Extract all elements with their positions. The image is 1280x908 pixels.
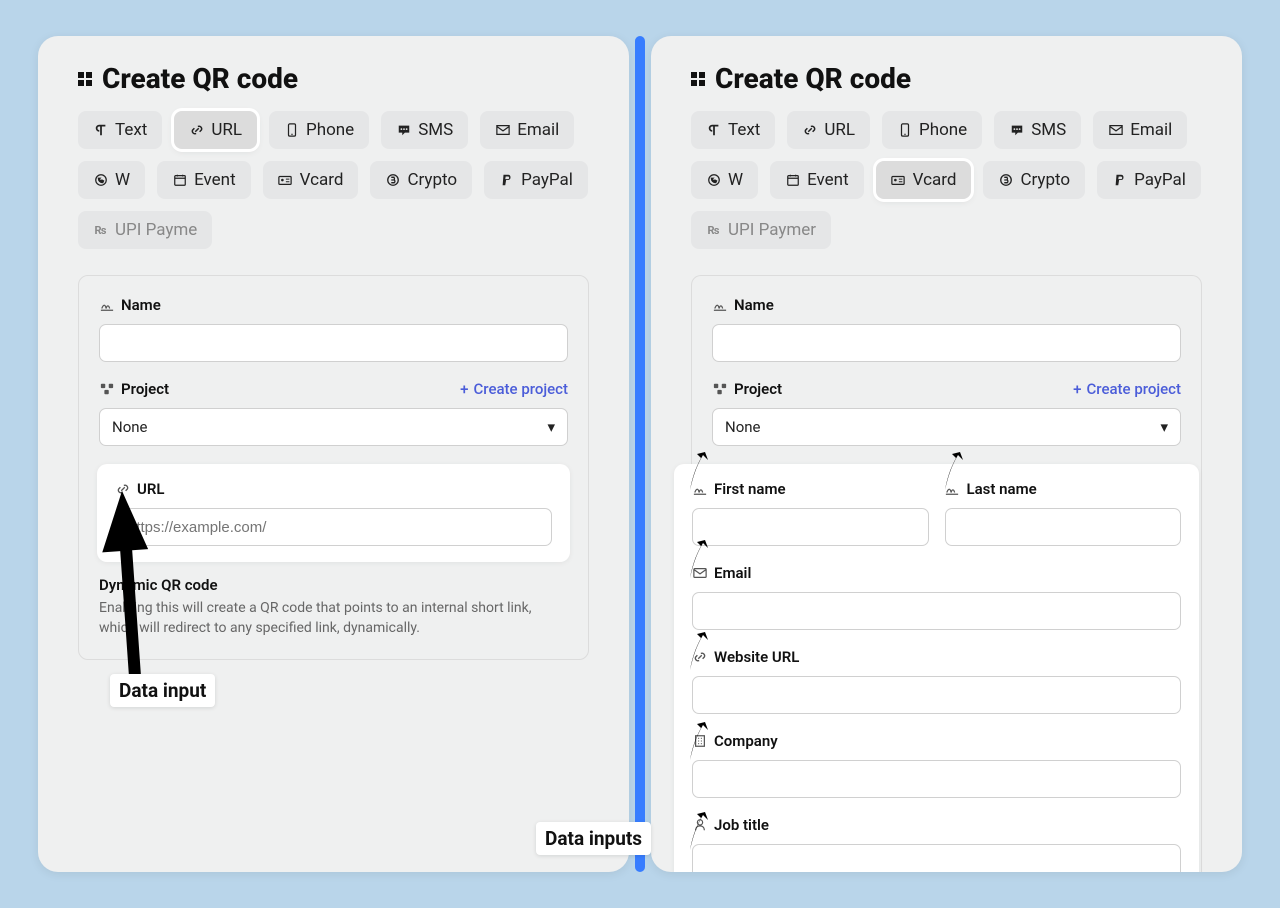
card-icon xyxy=(891,173,906,188)
plus-icon: + xyxy=(1073,380,1081,398)
first-name-input[interactable] xyxy=(692,508,929,546)
title-row: Create QR code xyxy=(78,62,589,95)
name-label: Name xyxy=(121,296,161,314)
dynamic-desc: Enabling this will create a QR code that… xyxy=(99,598,568,639)
tab-phone[interactable]: Phone xyxy=(882,111,982,149)
tab-upi payme[interactable]: ₨UPI Payme xyxy=(78,211,212,249)
cal-icon xyxy=(172,173,187,188)
name-field: Name xyxy=(99,296,568,362)
page-title: Create QR code xyxy=(715,62,911,95)
phone-icon xyxy=(284,123,299,138)
url-input[interactable] xyxy=(115,508,552,546)
website-input[interactable] xyxy=(692,676,1181,714)
project-field: Project +Create project None▾ xyxy=(99,380,568,446)
tab-w[interactable]: W xyxy=(78,161,145,199)
name-input[interactable] xyxy=(712,324,1181,362)
type-tabs: Text URL Phone SMS Email W Event Vcard Crypto Pay… xyxy=(691,111,1202,249)
project-select[interactable]: None▾ xyxy=(99,408,568,446)
project-label: Project xyxy=(734,380,782,398)
plus-icon: + xyxy=(460,380,468,398)
tab-paypal[interactable]: PayPal xyxy=(484,161,588,199)
annotation-arrow xyxy=(93,491,153,691)
card-icon xyxy=(278,173,293,188)
env-icon xyxy=(1108,123,1123,138)
link-icon xyxy=(189,123,204,138)
tab-w[interactable]: W xyxy=(691,161,758,199)
signature-icon xyxy=(99,298,114,313)
tab-sms[interactable]: SMS xyxy=(994,111,1081,149)
type-tabs: Text URL Phone SMS Email W Event Vcard Crypto Pay… xyxy=(78,111,589,249)
project-icon xyxy=(712,382,727,397)
annotation-arrow xyxy=(688,632,710,670)
chevron-down-icon: ▾ xyxy=(1160,418,1168,436)
project-icon xyxy=(99,382,114,397)
divider xyxy=(635,36,645,872)
upi-icon: ₨ xyxy=(706,223,721,238)
link-icon xyxy=(802,123,817,138)
sms-icon xyxy=(1009,123,1024,138)
left-panel: Create QR code Text URL Phone SMS Email W Even… xyxy=(38,36,629,872)
job-title-input[interactable] xyxy=(692,844,1181,872)
tab-upi paymer[interactable]: ₨UPI Paymer xyxy=(691,211,831,249)
env-icon xyxy=(495,123,510,138)
tab-paypal[interactable]: PayPal xyxy=(1097,161,1201,199)
annotation-arrow xyxy=(688,452,710,490)
tab-phone[interactable]: Phone xyxy=(269,111,369,149)
wa-icon xyxy=(706,173,721,188)
chevron-down-icon: ▾ xyxy=(547,418,555,436)
tab-url[interactable]: URL xyxy=(787,111,870,149)
crypto-icon xyxy=(998,173,1013,188)
crypto-icon xyxy=(385,173,400,188)
create-project-link[interactable]: +Create project xyxy=(460,380,568,398)
callout-left: Data input xyxy=(110,674,215,707)
pp-icon xyxy=(499,173,514,188)
phone-icon xyxy=(897,123,912,138)
form: Name Project +Create project None▾ First… xyxy=(691,275,1202,872)
url-card: URL xyxy=(97,464,570,562)
tab-text[interactable]: Text xyxy=(78,111,162,149)
create-project-link[interactable]: +Create project xyxy=(1073,380,1181,398)
tab-event[interactable]: Event xyxy=(770,161,864,199)
tab-event[interactable]: Event xyxy=(157,161,251,199)
annotation-arrow xyxy=(688,540,710,578)
tab-sms[interactable]: SMS xyxy=(381,111,468,149)
name-input[interactable] xyxy=(99,324,568,362)
page-title: Create QR code xyxy=(102,62,298,95)
dynamic-section: Dynamic QR code Enabling this will creat… xyxy=(99,576,568,639)
annotation-arrow xyxy=(688,812,710,850)
dynamic-title: Dynamic QR code xyxy=(99,576,568,594)
tab-email[interactable]: Email xyxy=(1093,111,1187,149)
tab-vcard[interactable]: Vcard xyxy=(876,161,972,199)
annotation-arrow xyxy=(943,452,965,490)
tab-crypto[interactable]: Crypto xyxy=(370,161,472,199)
annotation-arrow xyxy=(688,722,710,760)
para-icon xyxy=(706,123,721,138)
cal-icon xyxy=(785,173,800,188)
name-label: Name xyxy=(734,296,774,314)
tab-crypto[interactable]: Crypto xyxy=(983,161,1085,199)
qr-icon xyxy=(691,72,705,86)
company-input[interactable] xyxy=(692,760,1181,798)
qr-icon xyxy=(78,72,92,86)
callout-right: Data inputs xyxy=(536,822,651,855)
upi-icon: ₨ xyxy=(93,223,108,238)
project-label: Project xyxy=(121,380,169,398)
project-select[interactable]: None▾ xyxy=(712,408,1181,446)
tab-vcard[interactable]: Vcard xyxy=(263,161,359,199)
vcard-fields: First name Last name Email Website URL xyxy=(674,464,1199,872)
email-input[interactable] xyxy=(692,592,1181,630)
tab-url[interactable]: URL xyxy=(174,111,257,149)
form: Name Project +Create project None▾ URL D… xyxy=(78,275,589,660)
signature-icon xyxy=(712,298,727,313)
sms-icon xyxy=(396,123,411,138)
tab-text[interactable]: Text xyxy=(691,111,775,149)
pp-icon xyxy=(1112,173,1127,188)
last-name-input[interactable] xyxy=(945,508,1182,546)
tab-email[interactable]: Email xyxy=(480,111,574,149)
wa-icon xyxy=(93,173,108,188)
para-icon xyxy=(93,123,108,138)
